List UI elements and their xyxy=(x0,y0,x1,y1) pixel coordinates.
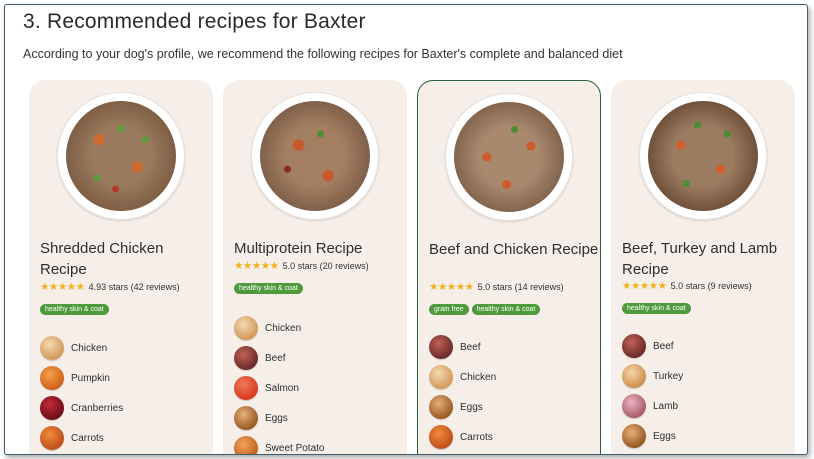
ingredient-label: Lamb xyxy=(653,400,679,412)
recipe-card-shredded-chicken[interactable]: Shredded Chicken Recipe ★★★★★ 4.93 stars … xyxy=(29,80,213,454)
chicken-icon xyxy=(40,336,64,360)
star-rating-icon: ★★★★★ xyxy=(622,280,667,292)
ingredient-label: Beef xyxy=(265,352,286,364)
sweet-potato-icon xyxy=(234,436,258,454)
beef-icon xyxy=(234,346,258,370)
ingredient-label: Chicken xyxy=(71,342,108,354)
ingredient-list: Beef Turkey Lamb Eggs xyxy=(622,331,683,451)
ingredient-label: Carrots xyxy=(71,432,104,444)
cranberries-icon xyxy=(40,396,64,420)
recipe-bowl-image xyxy=(639,92,767,220)
ingredient-item: Cranberries xyxy=(40,393,123,423)
ingredient-item: Salmon xyxy=(234,373,324,403)
recipe-name: Beef and Chicken Recipe xyxy=(429,241,599,258)
recipe-tags: grain free healthy skin & coat xyxy=(429,298,543,316)
recipe-rating: ★★★★★ 5.0 stars (20 reviews) xyxy=(234,260,369,272)
ingredient-label: Chicken xyxy=(265,322,302,334)
tag-badge: grain free xyxy=(429,304,469,315)
recommendations-panel: 3. Recommended recipes for Baxter Accord… xyxy=(4,4,808,455)
carrots-icon xyxy=(429,425,453,449)
tag-badge: healthy skin & coat xyxy=(622,303,691,314)
recipe-rating: ★★★★★ 5.0 stars (14 reviews) xyxy=(429,281,564,293)
salmon-icon xyxy=(234,376,258,400)
ingredient-label: Beef xyxy=(460,341,481,353)
lamb-icon xyxy=(622,394,646,418)
tag-badge: healthy skin & coat xyxy=(234,283,303,294)
ingredient-label: Eggs xyxy=(460,401,483,413)
ingredient-label: Beef xyxy=(653,340,674,352)
star-rating-icon: ★★★★★ xyxy=(234,260,279,272)
ingredient-label: Pumpkin xyxy=(71,372,110,384)
ingredient-label: Eggs xyxy=(265,412,288,424)
pumpkin-icon xyxy=(40,366,64,390)
beef-icon xyxy=(622,334,646,358)
ingredient-item: Eggs xyxy=(622,421,683,451)
ingredient-item: Turkey xyxy=(622,361,683,391)
ingredient-label: Chicken xyxy=(460,371,497,383)
ingredient-item: Chicken xyxy=(429,362,496,392)
rating-text: 5.0 stars (9 reviews) xyxy=(670,281,752,291)
ingredient-label: Carrots xyxy=(460,431,493,443)
recipe-tags: healthy skin & coat xyxy=(234,277,306,295)
section-title: 3. Recommended recipes for Baxter xyxy=(23,10,366,33)
ingredient-item: Eggs xyxy=(429,392,496,422)
ingredient-item: Eggs xyxy=(234,403,324,433)
ingredient-item: Beef xyxy=(429,332,496,362)
rating-text: 5.0 stars (14 reviews) xyxy=(477,282,564,292)
ingredient-label: Sweet Potato xyxy=(265,442,325,454)
ingredient-item: Carrots xyxy=(40,423,123,453)
tag-badge: healthy skin & coat xyxy=(40,304,109,315)
ingredient-item: Lamb xyxy=(622,391,683,421)
ingredient-list: Chicken Pumpkin Cranberries Carrots xyxy=(40,333,123,453)
rating-text: 4.93 stars (42 reviews) xyxy=(88,282,180,292)
star-rating-icon: ★★★★★ xyxy=(40,281,85,293)
recipe-name: Multiprotein Recipe xyxy=(234,240,363,257)
beef-icon xyxy=(429,335,453,359)
recipe-rating: ★★★★★ 4.93 stars (42 reviews) xyxy=(40,281,180,293)
rating-text: 5.0 stars (20 reviews) xyxy=(282,261,369,271)
ingredient-label: Eggs xyxy=(653,430,676,442)
section-subtitle: According to your dog's profile, we reco… xyxy=(23,47,623,61)
carrots-icon xyxy=(40,426,64,450)
recipe-rating: ★★★★★ 5.0 stars (9 reviews) xyxy=(622,280,752,292)
recipe-card-beef-turkey-lamb[interactable]: Beef, Turkey and Lamb Recipe ★★★★★ 5.0 st… xyxy=(611,80,795,454)
recipe-tags: healthy skin & coat xyxy=(622,297,694,315)
eggs-icon xyxy=(429,395,453,419)
recipe-tags: healthy skin & coat xyxy=(40,298,112,316)
chicken-icon xyxy=(234,316,258,340)
ingredient-item: Chicken xyxy=(40,333,123,363)
ingredient-label: Cranberries xyxy=(71,402,124,414)
ingredient-label: Turkey xyxy=(653,370,684,382)
eggs-icon xyxy=(622,424,646,448)
chicken-icon xyxy=(429,365,453,389)
ingredient-list: Chicken Beef Salmon Eggs Sweet Potato xyxy=(234,313,325,454)
ingredient-item: Beef xyxy=(234,343,324,373)
ingredient-item: Carrots xyxy=(429,422,496,452)
eggs-icon xyxy=(234,406,258,430)
recipe-bowl-image xyxy=(57,92,185,220)
ingredient-list: Beef Chicken Eggs Carrots xyxy=(429,332,496,452)
ingredient-item: Sweet Potato xyxy=(234,433,325,454)
recipe-bowl-image xyxy=(445,93,573,221)
recipe-name: Shredded Chicken Recipe xyxy=(40,240,164,278)
recipe-card-beef-chicken[interactable]: Beef and Chicken Recipe ★★★★★ 5.0 stars (… xyxy=(417,80,601,454)
recipe-bowl-image xyxy=(251,92,379,220)
star-rating-icon: ★★★★★ xyxy=(429,281,474,293)
ingredient-label: Salmon xyxy=(265,382,299,394)
recipe-card-multiprotein[interactable]: Multiprotein Recipe ★★★★★ 5.0 stars (20 r… xyxy=(223,80,407,454)
ingredient-item: Beef xyxy=(622,331,683,361)
recipe-name: Beef, Turkey and Lamb Recipe xyxy=(622,240,778,278)
ingredient-item: Chicken xyxy=(234,313,324,343)
tag-badge: healthy skin & coat xyxy=(471,304,541,315)
turkey-icon xyxy=(622,364,646,388)
ingredient-item: Pumpkin xyxy=(40,363,123,393)
